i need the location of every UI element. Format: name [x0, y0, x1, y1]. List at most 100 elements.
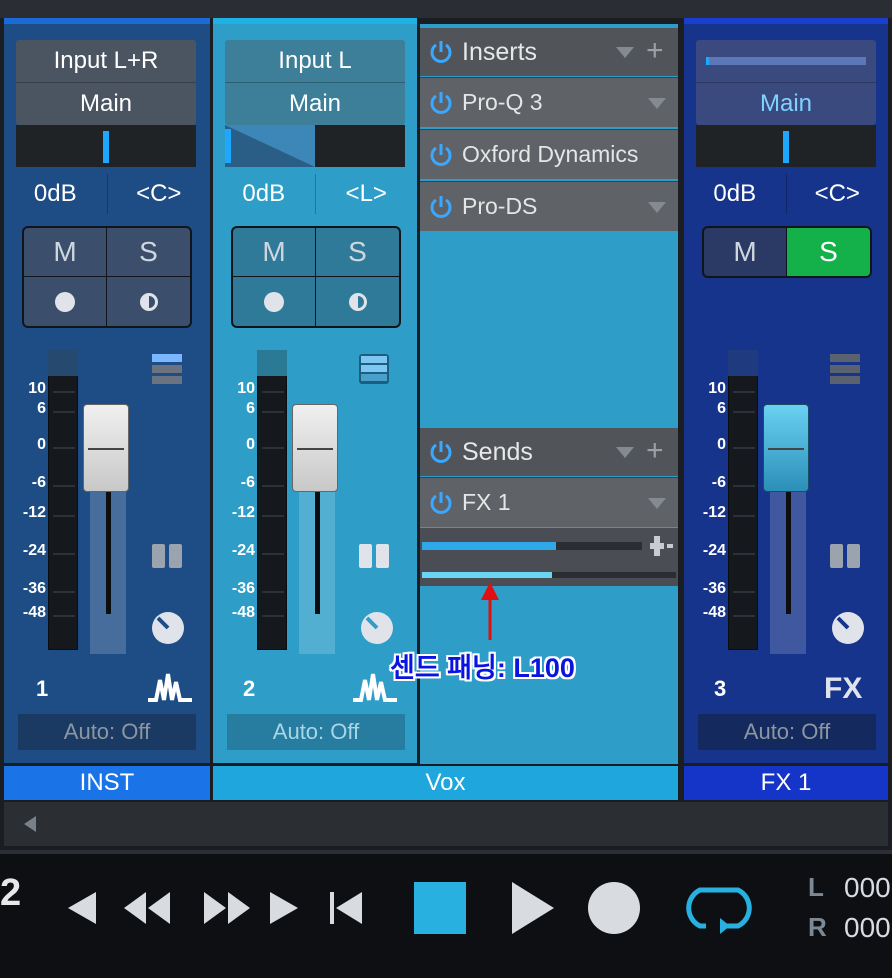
pan-knob-icon[interactable]: [150, 610, 186, 646]
fader-knob[interactable]: [83, 404, 129, 492]
power-icon[interactable]: [428, 194, 454, 220]
loop-right-value[interactable]: 000: [844, 912, 891, 944]
fader-knob[interactable]: [763, 404, 809, 492]
rewind-icon[interactable]: [122, 890, 172, 926]
sends-dropdown-icon[interactable]: [616, 447, 634, 458]
fast-forward-icon[interactable]: [202, 890, 252, 926]
loop-button[interactable]: [676, 882, 762, 936]
return-to-start-icon[interactable]: [328, 890, 364, 926]
channel-label-fx1[interactable]: FX 1: [684, 766, 888, 800]
send-slot-1[interactable]: FX 1: [420, 477, 678, 527]
pan-readout[interactable]: <C>: [787, 174, 889, 214]
volume-readout[interactable]: 0dB: [4, 174, 108, 214]
insert-name[interactable]: Oxford Dynamics: [462, 141, 638, 168]
power-icon[interactable]: [428, 39, 454, 65]
slot-dropdown-icon[interactable]: [648, 98, 666, 109]
automation-mode[interactable]: Auto: Off: [698, 714, 876, 750]
color-bars-icon[interactable]: [830, 354, 860, 384]
mute-button[interactable]: M: [704, 228, 787, 276]
power-icon[interactable]: [428, 90, 454, 116]
insert-slot-3[interactable]: Pro-DS: [420, 181, 678, 231]
insert-name[interactable]: Pro-DS: [462, 193, 537, 220]
monitor-button[interactable]: [316, 277, 399, 326]
play-button[interactable]: [508, 880, 556, 936]
power-icon[interactable]: [428, 439, 454, 465]
insert-name[interactable]: Pro-Q 3: [462, 89, 543, 116]
io-selector[interactable]: Main: [696, 40, 876, 125]
nudge-forward-icon[interactable]: [268, 890, 302, 926]
channel-label-inst[interactable]: INST: [4, 766, 210, 800]
pan-marker: [783, 131, 789, 163]
scale-minus-48: -48: [702, 604, 726, 621]
monitor-button[interactable]: [107, 277, 190, 326]
io-selector[interactable]: Input L Main: [225, 40, 405, 125]
add-insert-icon[interactable]: +: [646, 34, 664, 68]
annotation-label: 센드 패닝: L100: [390, 653, 575, 683]
pan-slider[interactable]: [225, 125, 405, 167]
channel-number: 1: [36, 676, 49, 701]
monitor-icon: [139, 292, 158, 311]
mute-solo-box: M S: [231, 226, 401, 328]
automation-mode[interactable]: Auto: Off: [18, 714, 196, 750]
pan-slider[interactable]: [696, 125, 876, 167]
volume-readout[interactable]: 0dB: [213, 174, 316, 214]
output-label[interactable]: Main: [16, 82, 196, 124]
output-label[interactable]: Main: [696, 82, 876, 124]
pan-readout[interactable]: <C>: [108, 174, 211, 214]
mixer-panel: Input L+R Main 0dB <C> M S 10 6 0 -6 -12…: [0, 0, 892, 850]
pan-knob-icon[interactable]: [830, 610, 866, 646]
color-bars-icon[interactable]: [152, 354, 182, 384]
nudge-back-icon[interactable]: [66, 890, 100, 926]
record-button[interactable]: [588, 882, 640, 934]
loop-right-label: R: [808, 912, 827, 942]
send-pan-slider[interactable]: [422, 572, 676, 578]
scroll-left-icon[interactable]: [22, 814, 38, 834]
monitor-icon: [348, 292, 367, 311]
input-label[interactable]: Input L+R: [16, 40, 196, 82]
fader-knob[interactable]: [292, 404, 338, 492]
solo-button[interactable]: S: [107, 228, 190, 277]
pair-icon[interactable]: [830, 542, 862, 570]
power-icon[interactable]: [428, 490, 454, 516]
loop-left-label: L: [808, 872, 824, 902]
stop-button[interactable]: [414, 882, 466, 934]
pre-post-icon[interactable]: [650, 534, 674, 558]
slot-dropdown-icon[interactable]: [648, 498, 666, 509]
solo-button[interactable]: S: [316, 228, 399, 277]
pair-icon[interactable]: [152, 542, 184, 570]
output-label[interactable]: Main: [225, 82, 405, 124]
pan-knob-icon[interactable]: [359, 610, 395, 646]
mute-solo-box: M S: [702, 226, 872, 278]
add-send-icon[interactable]: +: [646, 434, 664, 468]
solo-button[interactable]: S: [787, 228, 870, 276]
record-button[interactable]: [24, 277, 107, 326]
channel-label-vox[interactable]: Vox: [213, 766, 678, 800]
insert-slot-2[interactable]: Oxford Dynamics: [420, 129, 678, 179]
scale-minus-12: -12: [702, 504, 726, 521]
automation-mode[interactable]: Auto: Off: [227, 714, 405, 750]
pair-icon[interactable]: [359, 542, 391, 570]
input-label[interactable]: Input L: [225, 40, 405, 82]
level-meter: [257, 350, 287, 650]
power-icon[interactable]: [428, 142, 454, 168]
send-name[interactable]: FX 1: [462, 489, 511, 516]
send-level-slider[interactable]: [422, 542, 642, 550]
scale-6: 6: [37, 400, 46, 417]
scale-minus-6: -6: [240, 474, 255, 491]
inserts-dropdown-icon[interactable]: [616, 47, 634, 58]
scale-minus-6: -6: [711, 474, 726, 491]
record-button[interactable]: [233, 277, 316, 326]
volume-readout[interactable]: 0dB: [684, 174, 787, 214]
io-selector[interactable]: Input L+R Main: [16, 40, 196, 125]
pan-slider[interactable]: [16, 125, 196, 167]
loop-left-value[interactable]: 000: [844, 872, 891, 904]
annotation-arrow-icon: [478, 582, 502, 642]
scale-6: 6: [246, 400, 255, 417]
mute-button[interactable]: M: [24, 228, 107, 277]
insert-slot-1[interactable]: Pro-Q 3: [420, 77, 678, 127]
slot-dropdown-icon[interactable]: [648, 202, 666, 213]
pan-readout[interactable]: <L>: [316, 174, 418, 214]
mute-button[interactable]: M: [233, 228, 316, 277]
horizontal-scrollbar[interactable]: [4, 802, 888, 846]
color-bars-icon[interactable]: [359, 354, 389, 384]
